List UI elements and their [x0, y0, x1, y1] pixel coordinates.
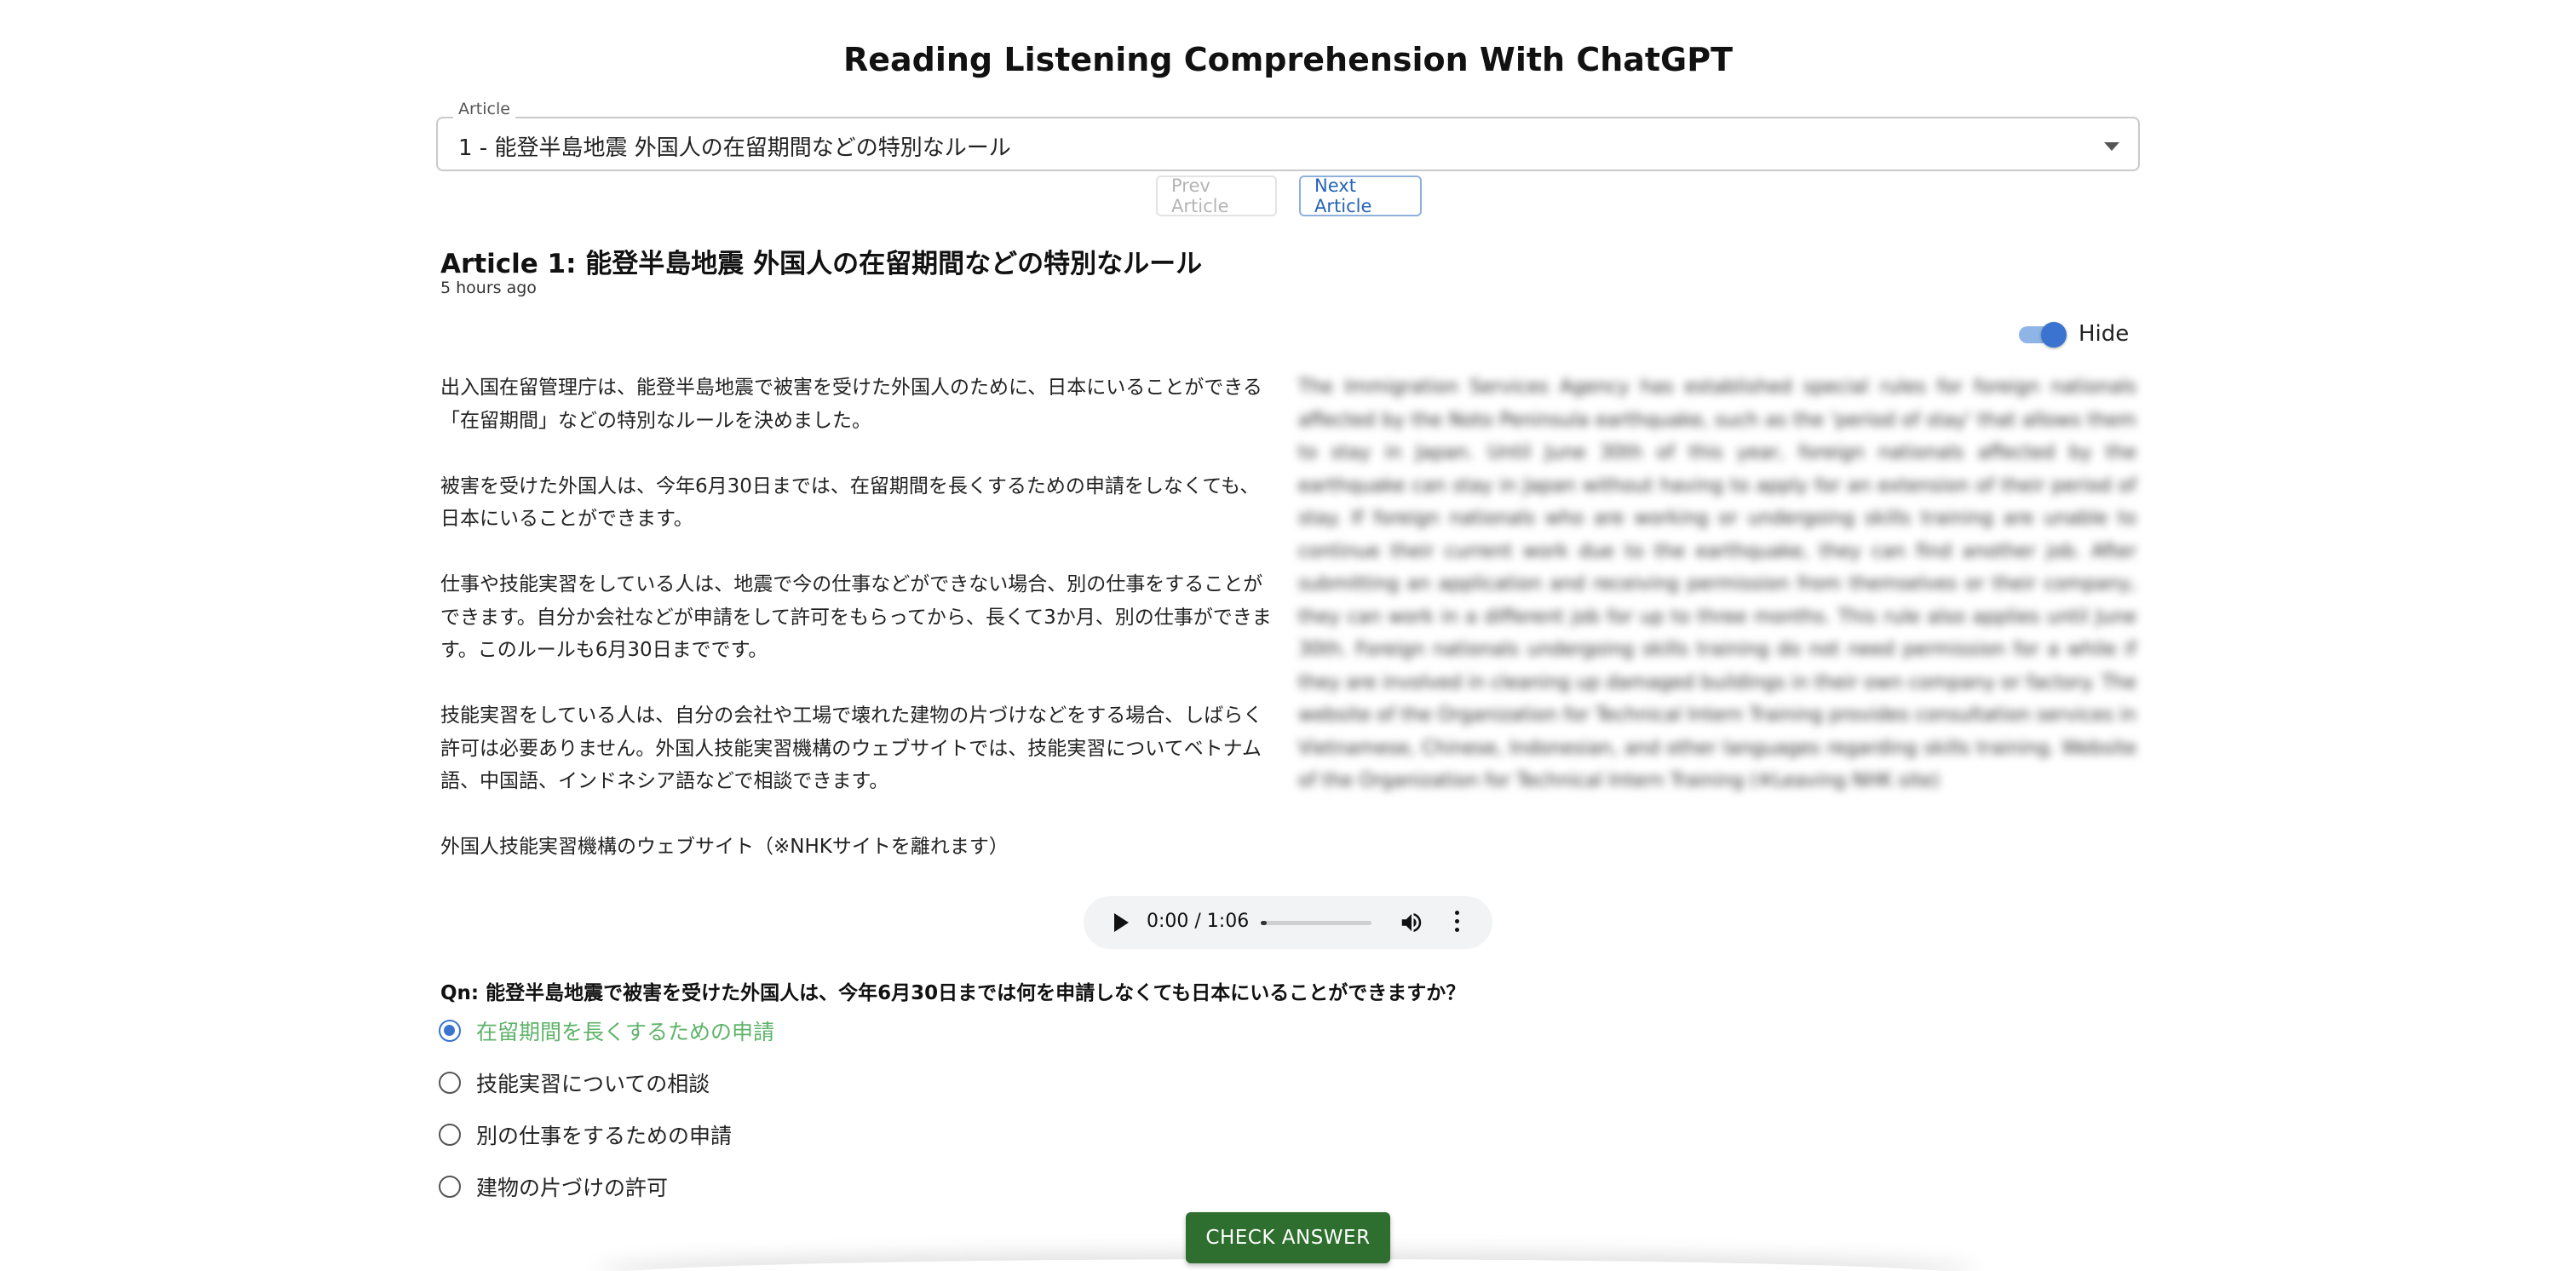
toggle-thumb[interactable] [2041, 322, 2067, 348]
volume-icon[interactable] [1399, 910, 1424, 935]
check-answer-button[interactable]: CHECK ANSWER [1186, 1212, 1390, 1263]
article-paragraph: 技能実習をしている人は、自分の会社や工場で壊れた建物の片づけなどをする場合、しば… [440, 705, 1263, 792]
article-select-value[interactable]: 1 - 能登半島地震 外国人の在留期間などの特別なルール [458, 130, 1011, 162]
article-source-link[interactable]: 外国人技能実習機構のウェブサイト（※NHKサイトを離れます） [440, 831, 1277, 864]
answer-option[interactable]: 在留期間を長くするための申請 [439, 1014, 774, 1048]
article-paragraph: 出入国在留管理庁は、能登半島地震で被害を受けた外国人のために、日本にいることがで… [440, 377, 1262, 432]
article-select[interactable]: Article 1 - 能登半島地震 外国人の在留期間などの特別なルール [436, 100, 2140, 171]
radio-button[interactable] [439, 1072, 461, 1094]
audio-progress-fill [1261, 921, 1267, 925]
audio-time: 0:00 / 1:06 [1147, 911, 1250, 932]
next-article-button[interactable]: Next Article [1299, 175, 1422, 216]
article-paragraph: 仕事や技能実習をしている人は、地震で今の仕事などができない場合、別の仕事をするこ… [440, 573, 1272, 661]
audio-seek-bar[interactable] [1261, 921, 1371, 925]
article-body-japanese: 出入国在留管理庁は、能登半島地震で被害を受けた外国人のために、日本にいることがで… [440, 371, 1277, 864]
article-paragraph: 被害を受けた外国人は、今年6月30日までは、在留期間を長くするための申請をしなく… [440, 474, 1260, 531]
audio-player[interactable]: 0:00 / 1:06 [1084, 896, 1492, 949]
answer-option-label[interactable]: 別の仕事をするための申請 [476, 1119, 732, 1150]
question-text: Qn: 能登半島地震で被害を受けた外国人は、今年6月30日までは何を申請しなくて… [440, 982, 1466, 1004]
article-timestamp: 5 hours ago [440, 279, 537, 297]
radio-button[interactable] [439, 1176, 461, 1198]
answer-option-label[interactable]: 建物の片づけの許可 [476, 1171, 668, 1202]
page-title: Reading Listening Comprehension With Cha… [842, 41, 1734, 78]
radio-button[interactable] [439, 1124, 461, 1146]
article-select-label: Article [453, 100, 515, 118]
play-icon[interactable] [1114, 913, 1129, 932]
article-translation-blurred: The Immigration Services Agency has esta… [1298, 377, 2136, 791]
hide-translation-toggle[interactable] [2015, 319, 2070, 348]
chevron-down-icon[interactable] [2104, 142, 2119, 151]
radio-button-selected[interactable] [439, 1020, 461, 1042]
answer-option[interactable]: 建物の片づけの許可 [439, 1170, 668, 1204]
prev-article-button[interactable]: Prev Article [1156, 175, 1277, 216]
answer-option[interactable]: 技能実習についての相談 [439, 1066, 710, 1100]
answer-option[interactable]: 別の仕事をするための申請 [439, 1118, 732, 1152]
answer-option-label[interactable]: 技能実習についての相談 [476, 1067, 710, 1098]
more-vert-icon[interactable] [1453, 911, 1460, 935]
answer-option-label[interactable]: 在留期間を長くするための申請 [476, 1015, 774, 1046]
hide-toggle-label: Hide [2079, 321, 2130, 347]
article-title: Article 1: 能登半島地震 外国人の在留期間などの特別なルール [440, 249, 1203, 279]
